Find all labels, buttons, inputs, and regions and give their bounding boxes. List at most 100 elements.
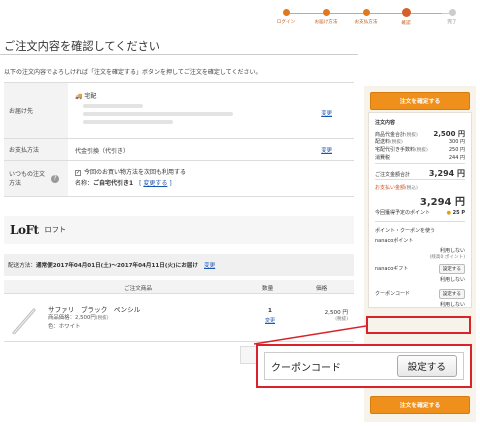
callout-coupon-label: クーポンコード <box>271 362 341 374</box>
callout-connector <box>254 325 366 345</box>
summary-title: 注文内容 <box>375 119 465 126</box>
coupon-callout: クーポンコード 設定する <box>256 344 472 388</box>
coupon-highlight-box <box>366 316 471 334</box>
shipping-change-link[interactable]: 変更 <box>204 261 215 269</box>
summary-divider <box>375 179 465 180</box>
cod-fee-label: 宅配代引き手数料 <box>375 147 416 153</box>
coupon-status-row: 利用しない <box>375 301 465 308</box>
nanaco-gift-status-row: 利用しない <box>375 276 465 283</box>
item-qty: 1 変更 <box>260 308 280 324</box>
step-confirm: 確認 <box>386 8 426 26</box>
shop-name: ロフト <box>44 225 67 234</box>
coupon-section-title: ポイント・クーポンを使う <box>375 227 465 234</box>
coupon-code-label: クーポンコード <box>375 291 411 297</box>
shipping-fee-label: 配送料 <box>375 139 391 145</box>
delivery-row: お届け先 🚚 宅配 変更 <box>4 83 354 139</box>
col-price: 価格 <box>316 286 328 292</box>
bracket-open: [ <box>139 180 142 187</box>
step-dot <box>282 9 290 16</box>
nanaco-point-row: nanacoポイント <box>375 237 465 244</box>
item-name[interactable]: サファリ ブラック ペンシル <box>48 304 140 314</box>
tax-label: 消費税 <box>375 155 391 161</box>
nanaco-gift-status: 利用しない <box>439 277 465 283</box>
page-title: ご注文内容を確認してください <box>4 40 160 53</box>
callout-set-button[interactable]: 設定する <box>396 355 457 377</box>
step-delivery: お届け方法 <box>306 8 346 25</box>
step-dot-current <box>401 8 411 17</box>
step-dot <box>362 9 370 16</box>
blurred-address <box>83 104 143 108</box>
usual-name-row: 名称：ご自宅代引き1 [ 変更する ] <box>75 178 349 189</box>
summary-divider <box>375 221 465 222</box>
payment-change-link[interactable]: 変更 <box>321 146 332 154</box>
step-payment: お支払方法 <box>346 8 386 25</box>
col-product: ご注文商品 <box>124 286 152 292</box>
nanaco-gift-row: nanacoギフト 設定する <box>375 264 465 274</box>
payment-row: お支払方法 代金引換（代引き） 変更 <box>4 139 354 161</box>
item-unit-price-text: 商品価格：2,500円 <box>48 315 96 321</box>
pay-amount-value-row: 3,294 円 <box>375 193 465 208</box>
nanaco-gift-label: nanacoギフト <box>375 266 409 272</box>
reuse-checkbox-label: 今回のお買い物方法を次回も利用する <box>84 169 187 176</box>
shipping-value: 通常便2017年04月01日(土)〜2017年04月11日(火)にお届け <box>35 263 198 269</box>
usual-name-label: 名称： <box>75 180 94 187</box>
item-price-note: (税抜) <box>335 317 348 322</box>
item-price-value: 2,500 円 <box>324 310 348 316</box>
shipping-fee-row: 配送料(税抜) 300 円 <box>375 138 465 145</box>
qty-change-link[interactable]: 変更 <box>260 317 280 324</box>
confirm-order-button-bottom[interactable]: 注文を確定する <box>370 396 470 414</box>
blurred-address <box>83 112 233 116</box>
reuse-checkbox[interactable]: ✓ <box>75 169 81 176</box>
shipping-label: 配送方法： <box>8 263 36 269</box>
payment-label: お支払方法 <box>4 139 68 160</box>
pencil-image <box>12 308 36 334</box>
delivery-label: お届け先 <box>4 83 68 138</box>
confirm-order-button-top[interactable]: 注文を確定する <box>370 92 470 110</box>
coupon-status: 利用しない <box>439 302 465 308</box>
item-unit-price: 商品価格：2,500円(税抜) <box>48 314 109 323</box>
shipping-row: 配送方法： 通常便2017年04月01日(土)〜2017年04月11日(火)にお… <box>4 254 354 276</box>
nanaco-point-status: 利用しない <box>439 248 465 254</box>
order-total-label: ご注文金額合計 <box>375 172 411 178</box>
point-coin-icon: ● <box>446 210 452 216</box>
order-summary: 注文内容 商品代金合計(税抜) 2,500 円 配送料(税抜) 300 円 宅配代引… <box>368 112 472 308</box>
item-qty-value: 1 <box>268 308 272 314</box>
step-label: 確認 <box>401 21 411 26</box>
summary-title-text: 注文内容 <box>375 120 396 126</box>
tax-row: 消費税 244 円 <box>375 154 465 161</box>
lead-text: 以下の注文内容でよろしければ「注文を確定する」ボタンを押してご注文を確定してくだ… <box>4 69 262 76</box>
step-label: 完了 <box>447 20 457 25</box>
pay-amount-row: お支払い金額 (税込) <box>375 184 465 191</box>
coupon-set-button[interactable]: 設定する <box>438 289 465 299</box>
cod-fee-value: 250 円 <box>448 147 465 153</box>
nanaco-gift-set-button[interactable]: 設定する <box>438 264 465 274</box>
blurred-address <box>83 120 173 124</box>
usual-order-cell: ✓ 今回のお買い物方法を次回も利用する 名称：ご自宅代引き1 [ 変更する ] <box>70 161 354 196</box>
cod-fee-note: (税抜) <box>415 148 428 153</box>
cod-fee-row: 宅配代引き手数料(税抜) 250 円 <box>375 146 465 153</box>
usual-change-link[interactable]: 変更する <box>143 180 167 187</box>
order-total-row: ご注文金額合計 3,294 円 <box>375 168 465 179</box>
bracket-close: ] <box>169 180 172 187</box>
nanaco-point-balance: (残高0 ポイント) <box>429 255 465 260</box>
item-unit-price-note: (税抜) <box>95 316 109 321</box>
shop-header: LoFt ロフト <box>4 216 354 244</box>
usual-name-value: ご自宅代引き1 <box>93 180 134 187</box>
loft-logo: LoFt <box>10 223 39 237</box>
delivery-cell: 🚚 宅配 変更 <box>70 83 354 138</box>
item-color: 色：ホワイト <box>48 324 81 330</box>
shipping-fee-note: (税抜) <box>390 140 403 145</box>
usual-order-row: いつもの注文方法 ? ✓ 今回のお買い物方法を次回も利用する 名称：ご自宅代引き1… <box>4 161 354 197</box>
step-label: お支払方法 <box>354 20 378 25</box>
pay-amount-value: 3,294 円 <box>419 197 465 208</box>
item-price: 2,500 円 (税抜) <box>325 308 348 322</box>
title-divider <box>0 54 358 55</box>
delivery-change-link[interactable]: 変更 <box>321 109 332 117</box>
delivery-type: 宅配 <box>84 93 97 100</box>
coupon-section-title-text: ポイント・クーポンを使う <box>375 228 436 234</box>
nanaco-point-balance-row: (残高0 ポイント) <box>375 254 465 260</box>
items-table-header: ご注文商品 数量 価格 <box>4 280 354 294</box>
usual-order-label-text: いつもの注文方法 <box>9 170 46 187</box>
question-icon[interactable]: ? <box>51 174 59 183</box>
order-info-table: お届け先 🚚 宅配 変更 お支払方法 代金引換（代引き） 変更 いつもの注文方法… <box>4 82 354 197</box>
